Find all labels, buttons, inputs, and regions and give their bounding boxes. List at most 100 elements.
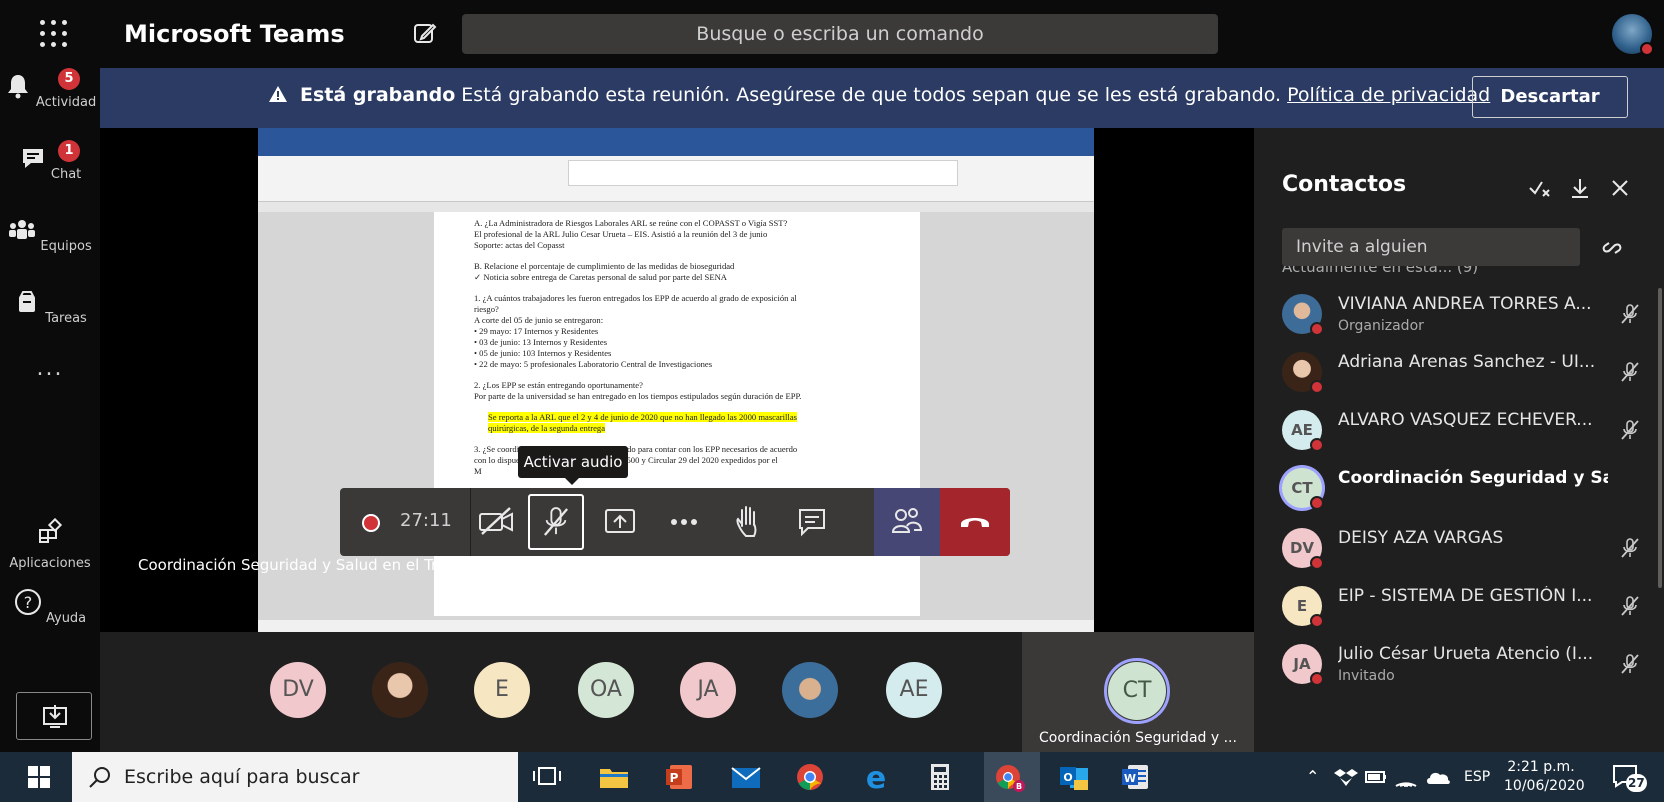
document-line: 1. ¿A cuántos trabajadores les fueron en…: [474, 293, 797, 303]
dismiss-button[interactable]: Descartar: [1472, 76, 1628, 118]
activity-badge: 5: [58, 68, 80, 90]
app-launcher-icon[interactable]: [40, 20, 68, 48]
taskbar-search-input[interactable]: Escribe aquí para buscar: [72, 752, 518, 802]
document-line: quirúrgicas, de la segunda entrega: [474, 423, 884, 434]
close-icon[interactable]: [1608, 176, 1632, 200]
microphone-off-icon[interactable]: [1618, 418, 1642, 442]
rail-item-apps[interactable]: Aplicaciones: [0, 517, 100, 582]
highlighted-text: Se reporta a la ARL que el 2 y 4 de juni…: [488, 412, 797, 422]
chrome-icon[interactable]: [792, 760, 828, 794]
active-speaker-tile[interactable]: CT Coordinación Seguridad y ...: [1022, 632, 1254, 752]
calculator-icon[interactable]: [922, 760, 958, 794]
document-spacer: [474, 370, 884, 380]
file-explorer-icon[interactable]: [596, 760, 632, 794]
presence-busy-icon: [1310, 380, 1324, 394]
participant-row[interactable]: CTCoordinación Seguridad y Salu...: [1282, 462, 1652, 520]
participant-avatar[interactable]: E: [474, 662, 530, 718]
document-spacer: [474, 251, 884, 261]
show-participants-button[interactable]: [874, 488, 940, 556]
notifications-button[interactable]: 27: [1612, 764, 1647, 792]
rail-item-teams[interactable]: Equipos: [0, 216, 100, 280]
document-line: 2. ¿Los EPP se están entregando oportuna…: [474, 380, 643, 390]
download-attendance-icon[interactable]: [1568, 176, 1592, 200]
svg-text:W: W: [1124, 772, 1136, 785]
participant-photo[interactable]: [372, 662, 428, 718]
wifi-icon[interactable]: [1392, 760, 1420, 794]
search-input[interactable]: Busque o escriba un comando: [462, 14, 1218, 54]
share-link-icon[interactable]: [1600, 236, 1624, 260]
share-screen-icon[interactable]: [592, 494, 648, 550]
avatar[interactable]: [1612, 14, 1654, 56]
new-chat-icon[interactable]: [412, 20, 438, 46]
presence-busy-icon: [1310, 614, 1324, 628]
download-mobile-button[interactable]: [16, 692, 92, 740]
keyboard-language[interactable]: ESP: [1464, 752, 1490, 802]
word-ribbon-tabs: [258, 144, 1094, 156]
participant-photo[interactable]: [782, 662, 838, 718]
panel-scrollbar[interactable]: [1658, 288, 1662, 588]
outlook-icon[interactable]: O: [1056, 760, 1092, 794]
edge-icon[interactable]: e: [858, 760, 894, 794]
apps-icon: [39, 517, 63, 543]
microphone-off-icon[interactable]: [1618, 652, 1642, 676]
microphone-off-icon[interactable]: [528, 494, 584, 550]
more-apps-icon[interactable]: ...: [0, 356, 100, 420]
rail-item-label: Ayuda: [45, 611, 87, 626]
document-line: • 22 de mayo: 5 profesionales Laboratori…: [474, 359, 713, 369]
document-line: Por parte de la universidad se han entre…: [474, 391, 802, 401]
rail-item-tasks[interactable]: Tareas: [0, 288, 100, 352]
mute-all-icon[interactable]: [1528, 176, 1552, 200]
participant-row[interactable]: DV DEISY AZA VARGAS: [1282, 522, 1652, 580]
mail-icon[interactable]: [728, 760, 764, 794]
word-ribbon: [258, 156, 1094, 202]
rail-item-label: Tareas: [45, 311, 87, 326]
windows-taskbar: Escribe aquí para buscar P e B O W ⌃ ESP…: [0, 752, 1664, 802]
participant-avatar[interactable]: JA: [680, 662, 736, 718]
recording-text: Está grabando esta reunión. Asegúrese de…: [461, 84, 1282, 106]
microphone-off-icon[interactable]: [1618, 302, 1642, 326]
battery-icon[interactable]: [1362, 760, 1390, 794]
recording-banner: Está grabando Está grabando esta reunión…: [100, 68, 1664, 128]
participant-row[interactable]: AE ALVARO VASQUEZ ECHEVER...: [1282, 404, 1652, 462]
help-icon: ?: [14, 589, 41, 615]
camera-off-icon[interactable]: [468, 494, 524, 550]
microphone-off-icon[interactable]: [1618, 594, 1642, 618]
section-header[interactable]: Actualmente en esta... (9): [1282, 266, 1478, 276]
participant-name: Coordinación Seguridad y Salu...: [1338, 468, 1608, 488]
rail-item-help[interactable]: ? Ayuda: [0, 588, 100, 652]
chrome-profile-icon[interactable]: B: [992, 760, 1028, 794]
participant-avatar[interactable]: DV: [270, 662, 326, 718]
document-line: • 05 de junio: 103 Internos y Residentes: [474, 348, 612, 358]
participant-row[interactable]: VIVIANA ANDREA TORRES A... Organizador: [1282, 288, 1652, 346]
privacy-policy-link[interactable]: Política de privacidad: [1287, 84, 1490, 106]
tray-chevron-icon[interactable]: ⌃: [1306, 752, 1319, 802]
microphone-off-icon[interactable]: [1618, 360, 1642, 384]
raise-hand-icon[interactable]: [720, 494, 776, 550]
document-line: B. Relacione el porcentaje de cumplimien…: [474, 261, 735, 271]
onedrive-icon[interactable]: [1424, 760, 1452, 794]
chat-icon[interactable]: [784, 494, 840, 550]
document-line: A. ¿La Administradora de Riesgos Laboral…: [474, 218, 788, 228]
participant-row[interactable]: JA Julio César Urueta Atencio (I... Invita…: [1282, 638, 1652, 696]
windows-start-icon[interactable]: [28, 766, 50, 788]
powerpoint-icon[interactable]: P: [662, 760, 698, 794]
document-line: • 29 mayo: 17 Internos y Residentes: [474, 326, 599, 336]
rail-item-chat[interactable]: 1 Chat: [0, 140, 100, 208]
rail-item-activity[interactable]: 5 Actividad: [0, 68, 100, 136]
dropbox-icon[interactable]: [1332, 760, 1360, 794]
system-clock[interactable]: 2:21 p.m. 10/06/2020: [1504, 758, 1585, 796]
participant-row[interactable]: E EIP - SISTEMA DE GESTIÓN I...: [1282, 580, 1652, 638]
participant-avatar[interactable]: OA: [578, 662, 634, 718]
speaker-avatar: CT: [1108, 662, 1166, 720]
word-icon[interactable]: W: [1118, 760, 1154, 794]
invite-input[interactable]: Invite a alguien: [1282, 228, 1580, 266]
svg-text:e: e: [866, 761, 886, 794]
participant-row[interactable]: Adriana Arenas Sanchez - UI...: [1282, 346, 1652, 404]
task-view-icon[interactable]: [530, 760, 566, 794]
hang-up-button[interactable]: [940, 488, 1010, 556]
svg-text:O: O: [1063, 771, 1072, 784]
teams-icon: [9, 220, 36, 239]
participant-avatar[interactable]: AE: [886, 662, 942, 718]
more-actions-icon[interactable]: [656, 494, 712, 550]
microphone-off-icon[interactable]: [1618, 536, 1642, 560]
